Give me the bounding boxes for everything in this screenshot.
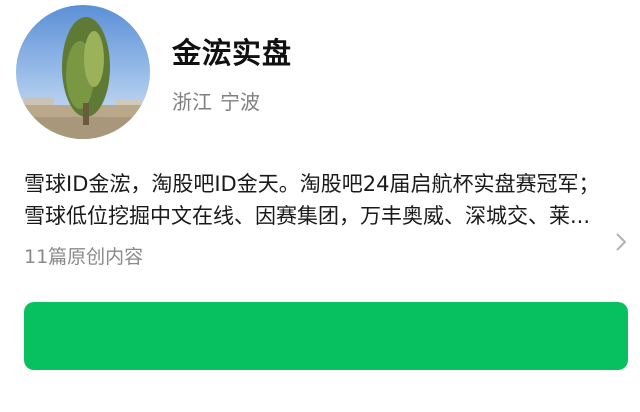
location-province: 浙江	[172, 90, 212, 114]
location-city: 宁波	[220, 90, 260, 114]
account-location: 浙江 宁波	[172, 86, 260, 115]
follow-button[interactable]	[24, 302, 628, 370]
avatar-image	[16, 5, 150, 139]
description-line-1: 雪球ID金浤，淘股吧ID金天。淘股吧24届启航杯实盘赛冠军；	[24, 172, 600, 196]
chevron-right-icon[interactable]	[614, 232, 628, 252]
account-name: 金浤实盘	[172, 36, 293, 70]
account-description[interactable]: 雪球ID金浤，淘股吧ID金天。淘股吧24届启航杯实盘赛冠军； 雪球低位挖掘中文在…	[24, 168, 624, 232]
account-profile-card: 金浤实盘 浙江 宁波 雪球ID金浤，淘股吧ID金天。淘股吧24届启航杯实盘赛冠军；…	[0, 0, 640, 412]
original-article-count[interactable]: 11篇原创内容	[24, 242, 143, 269]
description-line-2: 雪球低位挖掘中文在线、因赛集团，万丰奥威、深城交、莱...	[24, 204, 591, 228]
avatar[interactable]	[16, 5, 150, 139]
